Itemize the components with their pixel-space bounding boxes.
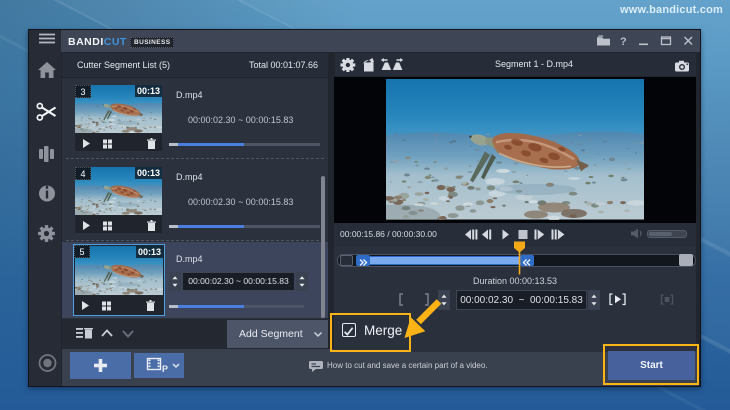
svg-text:P: P: [162, 364, 168, 374]
svg-text:?: ?: [620, 36, 627, 48]
